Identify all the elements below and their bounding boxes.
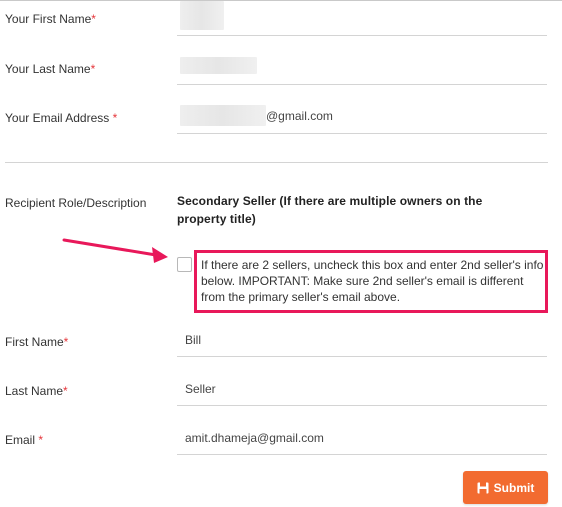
your-first-name-label-text: Your First Name — [5, 12, 92, 26]
email-value: amit.dhameja@gmail.com — [185, 431, 324, 445]
recipient-role-label: Recipient Role/Description — [5, 196, 147, 210]
last-name-field[interactable]: Seller — [177, 370, 547, 406]
required-marker: * — [90, 62, 96, 76]
required-marker: * — [38, 433, 44, 447]
your-last-name-field[interactable] — [177, 47, 547, 85]
redacted-value — [180, 105, 266, 126]
first-name-label: First Name* — [5, 335, 68, 349]
your-first-name-label: Your First Name* — [5, 12, 96, 26]
your-email-label-text: Your Email Address — [5, 111, 110, 125]
your-last-name-label: Your Last Name* — [5, 62, 95, 76]
your-first-name-field[interactable] — [177, 0, 547, 36]
first-name-label-text: First Name — [5, 335, 64, 349]
email-suffix: @gmail.com — [266, 109, 333, 123]
first-name-field[interactable]: Bill — [177, 322, 547, 357]
section-divider — [5, 162, 548, 163]
recipient-role-value: Secondary Seller (If there are multiple … — [177, 194, 483, 226]
checkbox-note: If there are 2 sellers, uncheck this box… — [201, 258, 544, 304]
required-marker: * — [112, 111, 118, 125]
last-name-label: Last Name* — [5, 384, 68, 398]
email-label-text: Email — [5, 433, 36, 447]
secondary-seller-checkbox[interactable] — [177, 257, 192, 272]
submit-button[interactable]: Submit — [463, 471, 548, 504]
required-marker: * — [63, 384, 68, 398]
last-name-label-text: Last Name — [5, 384, 64, 398]
submit-label: Submit — [493, 480, 535, 495]
last-name-value: Seller — [185, 382, 216, 396]
your-email-label: Your Email Address * — [5, 111, 117, 125]
required-marker: * — [91, 12, 96, 26]
redacted-value — [180, 1, 224, 30]
your-email-field[interactable]: @gmail.com — [177, 96, 547, 134]
redacted-value — [180, 57, 257, 74]
email-field[interactable]: amit.dhameja@gmail.com — [177, 419, 547, 455]
required-marker: * — [63, 335, 69, 349]
save-icon — [477, 482, 489, 493]
arrow-pointing-right-icon — [62, 238, 168, 263]
email-label: Email * — [5, 433, 43, 447]
your-last-name-label-text: Your Last Name — [5, 62, 91, 76]
first-name-value: Bill — [185, 333, 202, 347]
